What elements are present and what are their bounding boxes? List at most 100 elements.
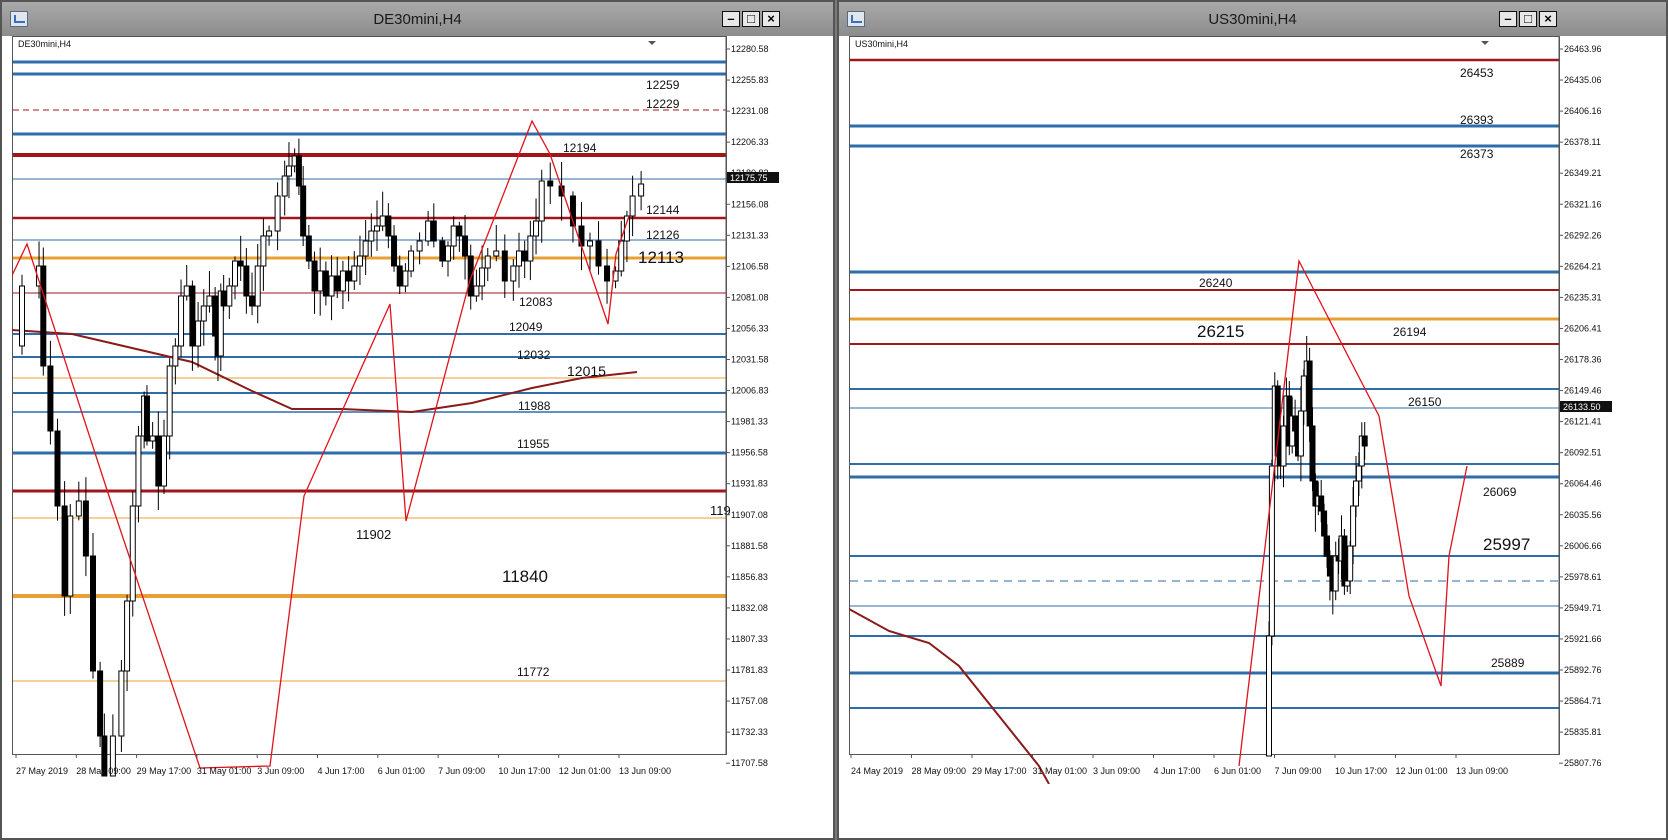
candle-body xyxy=(416,240,423,252)
time-axis-label: 12 Jun 01:00 xyxy=(1396,766,1448,776)
candle-body xyxy=(178,295,185,347)
candle-body xyxy=(300,185,307,237)
price-axis-label: 11757.08 xyxy=(731,696,768,706)
candle-body xyxy=(379,215,386,227)
chart-window-us30[interactable]: US30mini,H4 – □ × US30mini,H4 26453 26393 2… xyxy=(837,0,1668,840)
price-axis-label: 11907.08 xyxy=(731,510,768,520)
candle-body xyxy=(547,180,554,187)
close-button[interactable]: × xyxy=(1539,11,1557,27)
price-axis-label: 26121.41 xyxy=(1564,417,1602,427)
time-axis-label: 24 May 2019 xyxy=(851,766,903,776)
price-axis-label: 26092.51 xyxy=(1564,448,1602,458)
candle-body xyxy=(118,670,125,737)
candle-body xyxy=(1280,425,1287,467)
price-chart-us30[interactable]: US30mini,H4 26453 26393 26373 26240 26215 2619… xyxy=(849,36,1616,784)
candle-body xyxy=(249,295,256,307)
candle-body xyxy=(467,255,474,297)
candle-body xyxy=(484,255,491,269)
time-axis-label: 29 May 17:00 xyxy=(972,766,1027,776)
candle-body xyxy=(430,220,437,242)
level-label: 119 xyxy=(710,503,731,518)
candle-body xyxy=(285,165,292,177)
price-axis-label: 11956.58 xyxy=(731,448,768,458)
candle-body xyxy=(1266,635,1272,757)
candle-body xyxy=(155,435,162,487)
candle-body xyxy=(281,175,288,197)
candle-body xyxy=(587,240,593,247)
candle-body xyxy=(493,250,500,257)
time-axis-label: 4 Jun 17:00 xyxy=(318,766,365,776)
level-label: 26150 xyxy=(1408,395,1442,409)
price-axis-label: 26178.36 xyxy=(1564,355,1602,365)
candle-body xyxy=(334,275,341,292)
candle-body xyxy=(47,365,54,432)
window-titlebar[interactable]: DE30mini,H4 – □ × xyxy=(2,2,833,36)
price-axis-label: 26264.21 xyxy=(1564,261,1602,271)
price-axis-label: 25892.76 xyxy=(1564,665,1602,675)
candle-body xyxy=(368,230,375,242)
candle-body xyxy=(1300,375,1307,412)
level-label: 11902 xyxy=(356,527,391,542)
candle-body xyxy=(149,435,156,442)
price-axis-label: 11881.58 xyxy=(731,541,768,551)
price-axis-label: 11732.33 xyxy=(731,727,768,737)
candle-body xyxy=(356,255,363,267)
candle-body xyxy=(266,230,273,237)
window-title: DE30mini,H4 xyxy=(373,11,462,28)
close-button[interactable]: × xyxy=(762,11,780,27)
time-axis-label: 6 Jun 01:00 xyxy=(1214,766,1261,776)
time-axis-label: 3 Jun 09:00 xyxy=(1093,766,1140,776)
price-axis-label: 25921.66 xyxy=(1564,634,1602,644)
candle-body xyxy=(67,515,74,597)
price-axis-label: 26064.46 xyxy=(1564,479,1602,489)
current-price-label: 26133.50 xyxy=(1563,402,1601,412)
candle-body xyxy=(1326,555,1333,577)
candle-body xyxy=(254,265,261,307)
candle-body xyxy=(450,225,457,247)
level-label: 12049 xyxy=(509,320,543,334)
candle-body xyxy=(19,285,25,347)
time-axis-label: 13 Jun 09:00 xyxy=(1456,766,1508,776)
price-axis-label: 11981.33 xyxy=(731,417,768,427)
price-axis-label: 26235.31 xyxy=(1564,292,1602,302)
candle-body xyxy=(538,180,545,222)
candle-body xyxy=(345,270,352,282)
price-axis-label: 11856.83 xyxy=(731,572,768,582)
candle-body xyxy=(97,670,104,737)
candle-body xyxy=(1318,495,1325,512)
candle-body xyxy=(161,435,167,487)
candle-body xyxy=(521,250,528,262)
maximize-button[interactable]: □ xyxy=(742,11,760,27)
minimize-button[interactable]: – xyxy=(722,11,740,27)
time-axis-label: 10 Jun 17:00 xyxy=(1335,766,1387,776)
level-label: 12126 xyxy=(646,228,680,242)
price-chart-de30[interactable]: DE30mini,H4 12259 12229 12194 12144 12126 1211… xyxy=(12,36,783,784)
candle-body xyxy=(396,265,403,287)
price-axis-label: 26321.16 xyxy=(1564,199,1602,209)
candle-body xyxy=(1361,435,1368,447)
level-label: 26215 xyxy=(1197,322,1244,341)
candle-body xyxy=(1297,410,1304,457)
candle-body xyxy=(124,600,131,672)
candle-body xyxy=(322,270,329,297)
candle-body xyxy=(195,320,202,347)
candle-body xyxy=(1324,535,1330,557)
price-axis-label: 12031.58 xyxy=(731,355,769,365)
candle-body xyxy=(629,195,636,217)
level-label: 12229 xyxy=(646,97,680,111)
candle-body xyxy=(1341,535,1348,587)
symbol-label: DE30mini,H4 xyxy=(18,39,71,49)
candle-body xyxy=(274,195,281,232)
price-axis-label: 26463.96 xyxy=(1564,44,1602,54)
candle-body xyxy=(595,240,602,267)
chart-window-de30[interactable]: DE30mini,H4 – □ × DE30mini,H4 12259 12229 1… xyxy=(0,0,835,840)
candle-body xyxy=(351,265,358,282)
candle-body xyxy=(1347,545,1354,582)
candle-body xyxy=(82,500,89,557)
maximize-button[interactable]: □ xyxy=(1519,11,1537,27)
level-label: 26393 xyxy=(1460,113,1494,127)
candle-body xyxy=(295,155,302,187)
window-titlebar[interactable]: US30mini,H4 – □ × xyxy=(839,2,1666,36)
candle-body xyxy=(90,555,96,672)
minimize-button[interactable]: – xyxy=(1499,11,1517,27)
